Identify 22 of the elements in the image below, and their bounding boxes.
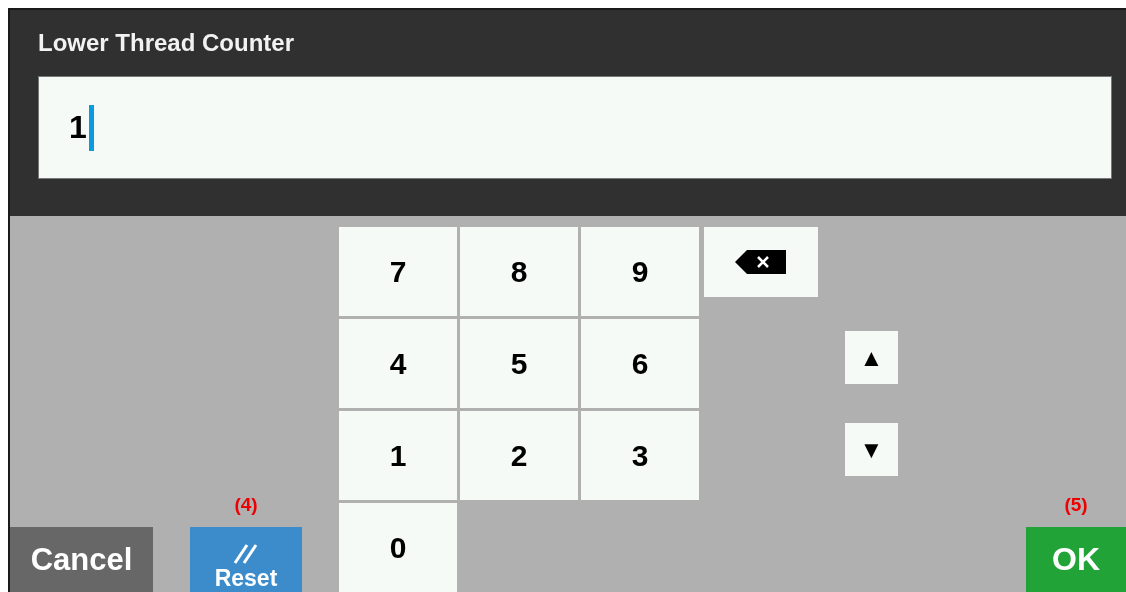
digit-key[interactable]: 1 <box>339 411 457 500</box>
annotation-label: (5) <box>1063 494 1089 516</box>
cancel-button[interactable]: Cancel <box>10 527 153 592</box>
backspace-icon <box>735 250 787 274</box>
text-cursor <box>88 104 94 151</box>
arrow-button[interactable]: ▲ <box>845 331 898 384</box>
annotation-label: (4) <box>234 494 258 516</box>
reset-button[interactable]: Reset <box>190 527 302 592</box>
digit-key[interactable]: 5 <box>460 319 578 408</box>
reset-icon <box>233 543 259 565</box>
digit-key[interactable]: 4 <box>339 319 457 408</box>
dialog-title: Lower Thread Counter <box>38 29 296 57</box>
digit-key[interactable]: 0 <box>339 503 457 592</box>
digit-key[interactable]: 8 <box>460 227 578 316</box>
backspace-button[interactable] <box>704 227 818 297</box>
digit-key[interactable]: 7 <box>339 227 457 316</box>
input-field[interactable]: 1 <box>38 76 1112 179</box>
digit-key[interactable]: 9 <box>581 227 699 316</box>
digit-key[interactable]: 2 <box>460 411 578 500</box>
digit-key[interactable]: 3 <box>581 411 699 500</box>
digit-key[interactable]: 6 <box>581 319 699 408</box>
arrow-button[interactable]: ▼ <box>845 423 898 476</box>
